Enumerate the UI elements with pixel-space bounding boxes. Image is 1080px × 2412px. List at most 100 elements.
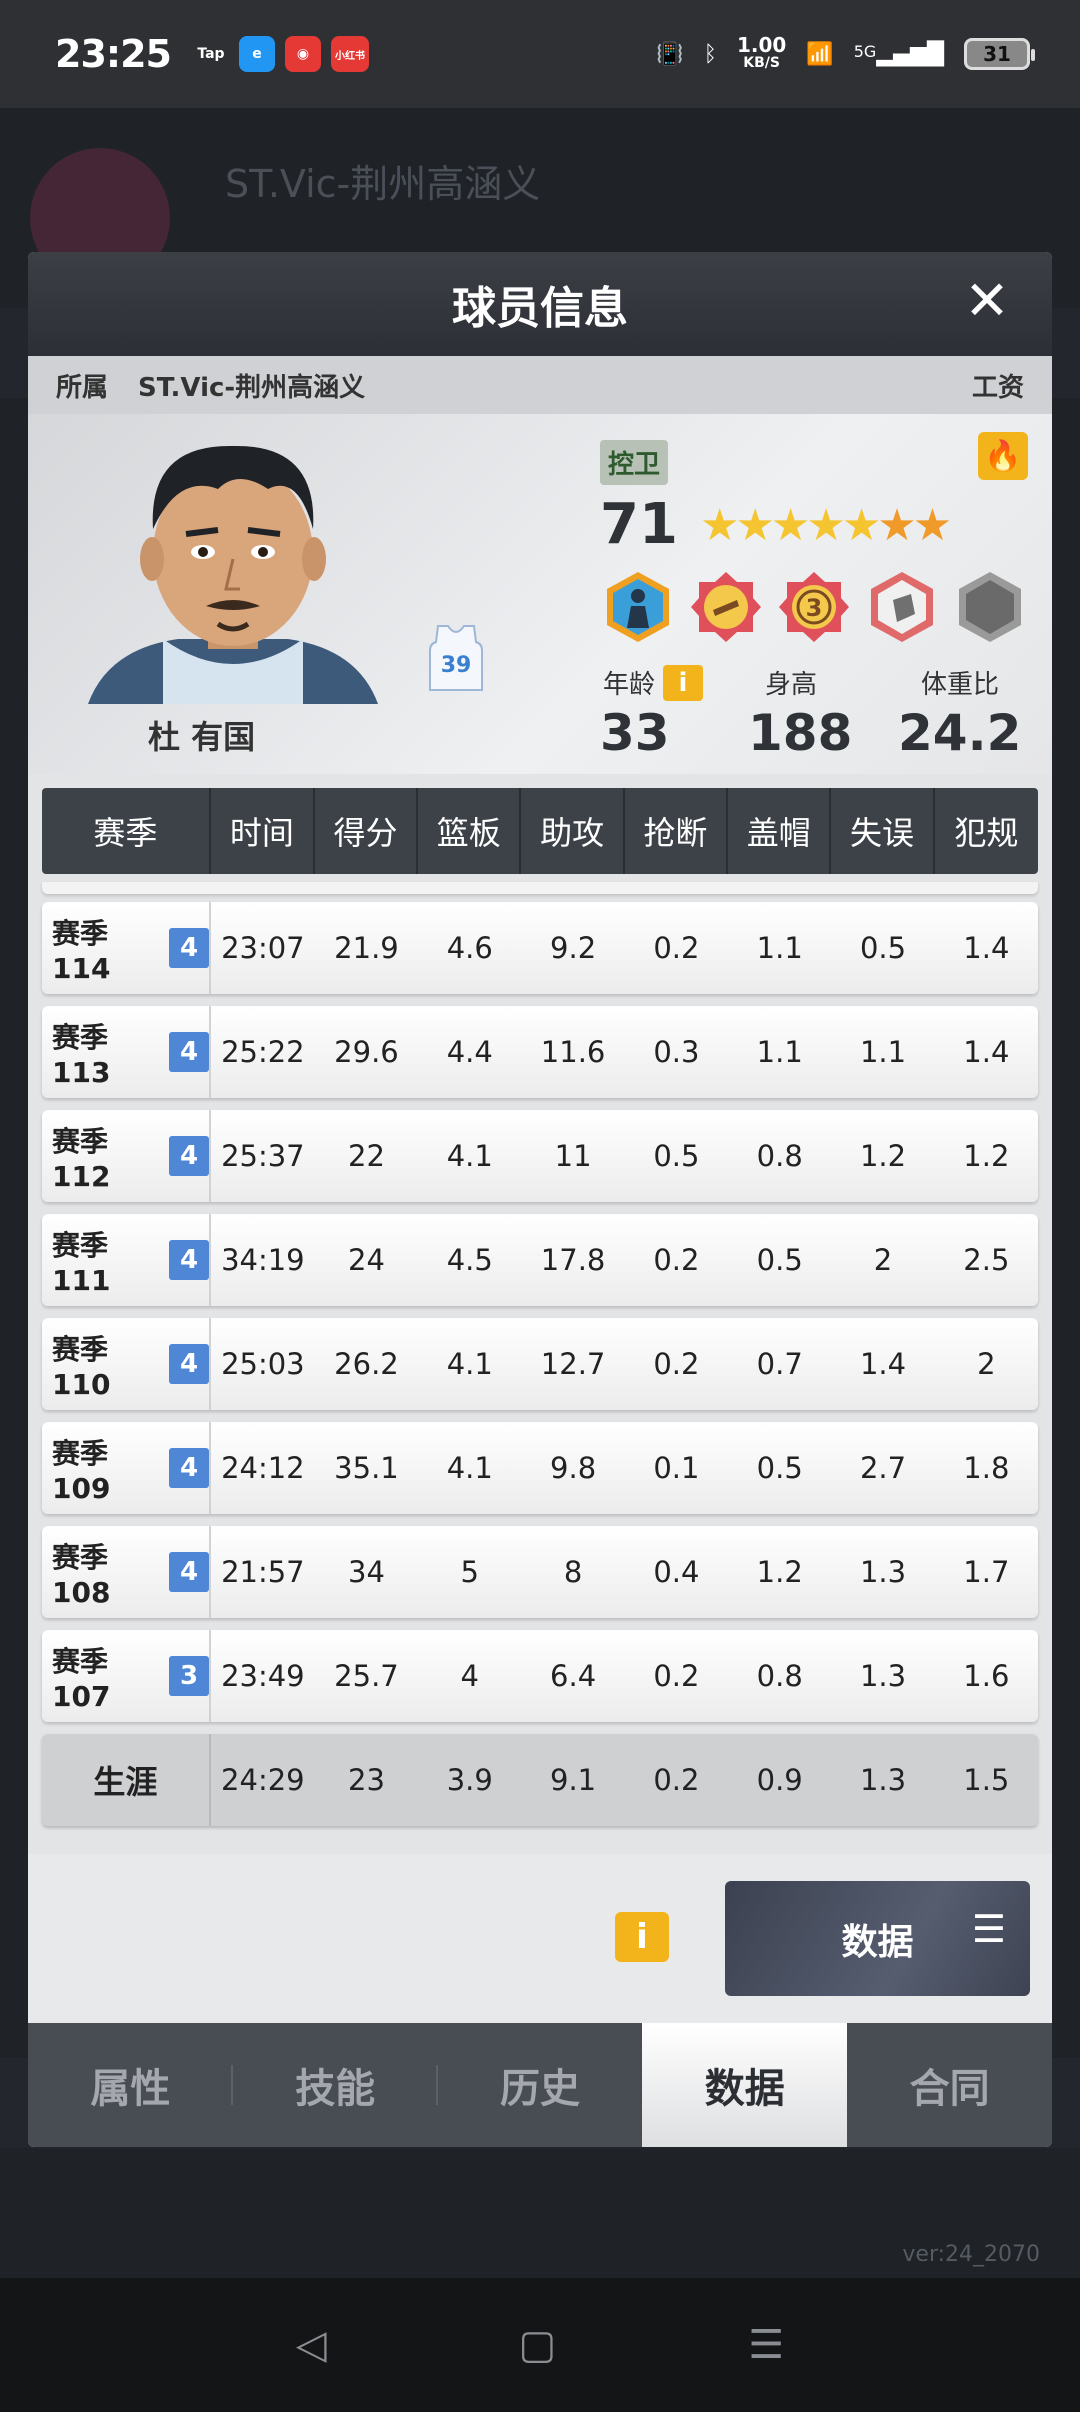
stat-cell: 1.4 xyxy=(963,1035,1010,1069)
column-header: 失误 xyxy=(831,788,935,874)
table-row[interactable]: 赛季107 3 23:49 25.7 4 6.4 0.2 0.8 1.3 1.6 xyxy=(42,1630,1038,1722)
player-name: 杜 有国 xyxy=(148,718,256,756)
team-label: 所属 xyxy=(56,372,109,403)
bluetooth-icon: ᛒ xyxy=(703,41,717,67)
attribute-labels: 年龄 i 身高 体重比 xyxy=(603,664,999,701)
table-row[interactable]: 赛季114 4 23:07 21.9 4.6 9.2 0.2 1.1 0.5 1.4 xyxy=(42,902,1038,994)
stats-table-body[interactable]: 赛季114 4 23:07 21.9 4.6 9.2 0.2 1.1 0.5 1.4 赛季113 4 2… xyxy=(42,882,1038,1826)
star-icon: ★ xyxy=(700,500,740,551)
info-button[interactable]: i xyxy=(615,1912,669,1962)
stat-cell: 0.8 xyxy=(756,1659,803,1693)
tab-3[interactable]: 数据 xyxy=(642,2023,848,2147)
stat-cell: 25:37 xyxy=(221,1139,305,1173)
season-cell: 赛季114 4 xyxy=(42,902,211,994)
column-header: 时间 xyxy=(211,788,315,874)
stat-cell: 4.4 xyxy=(446,1035,493,1069)
column-header: 犯规 xyxy=(954,814,1019,852)
background-title: ST.Vic-荆州高涵义 xyxy=(225,162,541,206)
tab-1[interactable]: 技能 xyxy=(233,2023,438,2147)
tab-label: 属性 xyxy=(90,2066,171,2112)
tab-label: 合同 xyxy=(909,2066,990,2112)
weight-ratio-label: 体重比 xyxy=(921,670,1000,700)
back-icon[interactable]: ◁ xyxy=(296,2322,327,2368)
season-label: 赛季114 xyxy=(52,916,111,985)
stat-cell: 17.8 xyxy=(540,1243,606,1277)
level3-badge-icon: 3 xyxy=(779,572,849,642)
career-stat-cell: 23 xyxy=(348,1763,385,1797)
stat-cell: 5 xyxy=(460,1555,479,1589)
stat-cell: 1.2 xyxy=(756,1555,803,1589)
home-icon[interactable]: ▢ xyxy=(519,2322,557,2368)
stat-cell: 0.5 xyxy=(653,1139,700,1173)
column-header: 盖帽 xyxy=(728,788,832,874)
version-text: ver:24_2070 xyxy=(902,2242,1040,2267)
stat-cell: 2.7 xyxy=(859,1451,907,1485)
tab-label: 技能 xyxy=(295,2066,376,2112)
data-button[interactable]: 数据 ☰ xyxy=(725,1881,1030,1996)
fire-icon[interactable]: 🔥 xyxy=(978,432,1028,480)
player-rating: 71 xyxy=(600,492,678,557)
stat-cell: 34 xyxy=(348,1555,385,1589)
stat-cell: 26.2 xyxy=(334,1347,399,1381)
tab-0[interactable]: 属性 xyxy=(28,2023,233,2147)
table-row[interactable]: 赛季112 4 25:37 22 4.1 11 0.5 0.8 1.2 1.2 xyxy=(42,1110,1038,1202)
network-speed-unit: KB/S xyxy=(743,55,780,71)
table-row[interactable]: 赛季113 4 25:22 29.6 4.4 11.6 0.3 1.1 1.1 1.4 xyxy=(42,1006,1038,1098)
star-icon: ★ xyxy=(841,500,882,551)
stat-cell: 1.3 xyxy=(859,1659,907,1693)
table-row[interactable]: 赛季110 4 25:03 26.2 4.1 12.7 0.2 0.7 1.4 2 xyxy=(42,1318,1038,1410)
stat-cell: 23:49 xyxy=(221,1659,305,1693)
recents-icon[interactable]: ☰ xyxy=(748,2322,784,2368)
stat-cell: 0.2 xyxy=(653,1243,700,1277)
age-info-icon[interactable]: i xyxy=(663,664,704,701)
close-button[interactable]: ✕ xyxy=(962,274,1012,328)
tab-2[interactable]: 历史 xyxy=(438,2023,643,2147)
stat-cell: 23:07 xyxy=(221,931,305,965)
ctrip-icon: e xyxy=(238,36,275,72)
stat-cell: 25:22 xyxy=(221,1035,305,1069)
stat-cell: 6.4 xyxy=(550,1659,597,1693)
column-header: 助攻 xyxy=(521,788,625,874)
career-stat-cell: 0.9 xyxy=(756,1763,803,1797)
season-label: 赛季108 xyxy=(52,1540,111,1609)
stat-cell: 24:12 xyxy=(221,1451,305,1485)
career-stat-cell: 1.3 xyxy=(859,1763,907,1797)
stat-cell: 2 xyxy=(977,1347,996,1381)
team-name: ST.Vic-荆州高涵义 xyxy=(138,372,366,403)
stat-cell: 21.9 xyxy=(334,931,399,965)
table-row[interactable]: 赛季108 4 21:57 34 5 8 0.4 1.2 1.3 1.7 xyxy=(42,1526,1038,1618)
position-badge: 控卫 xyxy=(600,440,669,485)
tap-icon: Tap xyxy=(192,36,229,72)
stat-cell: 4.6 xyxy=(446,931,493,965)
stat-cell: 1.6 xyxy=(963,1659,1010,1693)
stat-cell: 21:57 xyxy=(221,1555,305,1589)
table-row[interactable]: 赛季109 4 24:12 35.1 4.1 9.8 0.1 0.5 2.7 1.8 xyxy=(42,1422,1038,1514)
career-stat-cell: 3.9 xyxy=(446,1763,493,1797)
season-cell: 赛季113 4 xyxy=(42,1006,211,1098)
stat-cell: 0.1 xyxy=(653,1451,700,1485)
vibrate-icon: 📳 xyxy=(656,41,684,67)
stat-cell: 2 xyxy=(873,1243,893,1277)
star-icon: ★ xyxy=(806,500,846,551)
stat-cell: 1.4 xyxy=(963,931,1010,965)
status-app-icons: Tap e ◉ 小红书 xyxy=(192,36,369,72)
season-label: 赛季109 xyxy=(52,1436,111,1505)
column-header: 抢断 xyxy=(625,788,729,874)
season-label: 赛季107 xyxy=(52,1644,111,1713)
tier-badge: 4 xyxy=(169,1032,209,1072)
defender-badge-icon xyxy=(871,572,933,642)
stat-cell: 0.5 xyxy=(859,931,907,965)
stat-cell: 29.6 xyxy=(334,1035,399,1069)
season-label: 赛季112 xyxy=(52,1124,111,1193)
table-row[interactable]: 赛季111 4 34:19 24 4.5 17.8 0.2 0.5 2 2.5 xyxy=(42,1214,1038,1306)
stat-cell: 4.5 xyxy=(446,1243,493,1277)
tab-label: 历史 xyxy=(499,2066,580,2112)
skill-badges: 3 xyxy=(603,570,1025,644)
stat-cell: 1.7 xyxy=(963,1555,1010,1589)
bottom-tabs: 属性 技能 历史 数据 合同 xyxy=(28,2023,1052,2147)
career-label: 生涯 xyxy=(42,1734,211,1826)
stat-cell: 2.5 xyxy=(963,1243,1010,1277)
tab-4[interactable]: 合同 xyxy=(847,2023,1052,2147)
career-stat-cell: 1.5 xyxy=(963,1763,1010,1797)
stat-cell: 0.4 xyxy=(653,1555,700,1589)
